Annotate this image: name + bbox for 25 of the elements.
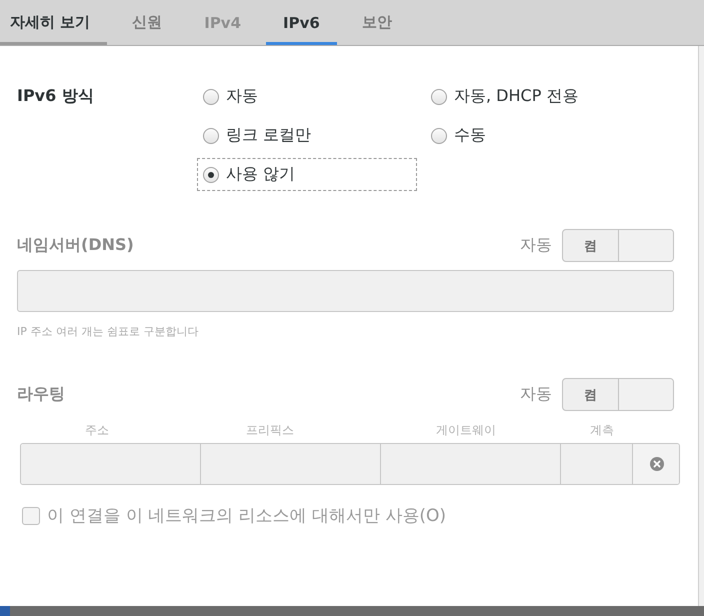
tab[interactable]: 자세히 보기: [0, 0, 108, 45]
auto-label: 자동: [520, 235, 552, 256]
method-label: IPv6 방식: [17, 86, 94, 107]
radio-option[interactable]: 사용 않기: [197, 158, 417, 191]
section-title: 라우팅: [17, 384, 65, 405]
column-header: 계측: [589, 423, 615, 437]
delete-button[interactable]: [633, 444, 679, 484]
section-title: 네임서버(DNS): [17, 235, 134, 256]
input-field[interactable]: [381, 444, 561, 484]
input-field[interactable]: [17, 270, 674, 312]
auto-label: 자동: [520, 384, 552, 405]
input-field[interactable]: [21, 444, 201, 484]
radio-option[interactable]: 자동: [197, 80, 417, 113]
radio-option[interactable]: 수동: [425, 119, 645, 152]
input-field[interactable]: [201, 444, 381, 484]
radio-option[interactable]: 자동, DHCP 전용: [425, 80, 645, 113]
input-field[interactable]: [561, 444, 633, 484]
column-header: 게이트웨이: [435, 423, 497, 437]
close-icon: [650, 457, 664, 471]
column-header: 주소: [84, 423, 110, 437]
radio-option[interactable]: 링크 로컬만: [197, 119, 417, 152]
accent-block: [0, 606, 10, 616]
column-header: 프리픽스: [245, 423, 295, 437]
tab[interactable]: IPv6: [266, 0, 337, 45]
hint-text: IP 주소 여러 개는 쉼표로 구분합니다: [17, 325, 198, 339]
